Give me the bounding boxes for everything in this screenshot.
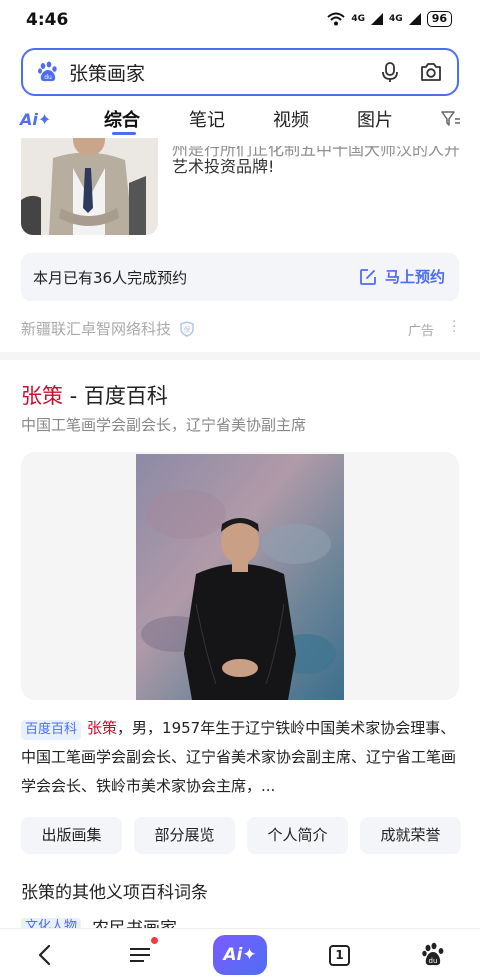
notification-dot: [151, 937, 158, 944]
result-tabs: Ai✦ 综合 笔记 视频 图片: [0, 104, 480, 136]
battery-icon: 96: [426, 11, 452, 27]
shield-icon: 保: [180, 320, 194, 337]
advertiser-name: 新疆联汇卓智网络科技: [21, 320, 172, 338]
microphone-icon[interactable]: [379, 61, 401, 83]
tab-all[interactable]: 综合: [104, 106, 140, 132]
result-photo-card[interactable]: [21, 452, 459, 700]
status-icons: 4G 4G 96: [327, 11, 452, 27]
section-chips: 出版画集 部分展览 个人简介 成就荣誉: [21, 817, 461, 854]
chip-profile[interactable]: 个人简介: [247, 817, 348, 854]
book-now-button[interactable]: 马上预约: [359, 266, 445, 287]
tab-ai[interactable]: Ai✦: [20, 110, 51, 129]
menu-icon[interactable]: [127, 941, 155, 969]
ai-assistant-button[interactable]: Ai✦: [213, 935, 267, 975]
tab-images[interactable]: 图片: [357, 106, 393, 132]
tab-notes[interactable]: 笔记: [189, 106, 225, 132]
section-divider: [0, 352, 480, 360]
more-options-icon[interactable]: · · ·: [452, 315, 458, 339]
back-icon[interactable]: [32, 941, 60, 969]
clock: 4:46: [26, 10, 69, 30]
result-description[interactable]: 百度百科 张策，男，1957年生于辽宁铁岭中国美术家协会理事、中国工笔画学会副会长…: [21, 714, 461, 801]
wifi-icon: [327, 12, 346, 26]
chip-exhibitions[interactable]: 部分展览: [134, 817, 235, 854]
signal-icon: [371, 13, 384, 25]
baidu-home-icon[interactable]: du: [420, 941, 448, 969]
ad-label: 广告: [408, 324, 435, 339]
booking-bar[interactable]: 本月已有36人完成预约 马上预约: [21, 253, 459, 301]
baidu-paw-icon: du: [38, 61, 57, 82]
tab-count-icon[interactable]: 1: [329, 945, 350, 966]
search-input[interactable]: 张策画家: [69, 59, 379, 86]
svg-text:du: du: [44, 74, 52, 81]
chip-published-albums[interactable]: 出版画集: [21, 817, 122, 854]
other-entries-heading: 张策的其他义项百科词条: [21, 883, 208, 903]
search-box[interactable]: du 张策画家: [21, 48, 459, 96]
ad-image[interactable]: [21, 138, 158, 235]
source-tag: 百度百科: [21, 720, 82, 740]
chip-achievements[interactable]: 成就荣誉: [360, 817, 461, 854]
result-title-rest: - 百度百科: [63, 384, 168, 408]
network-label-2: 4G: [389, 14, 403, 24]
camera-icon[interactable]: [419, 60, 443, 84]
advertiser[interactable]: 新疆联汇卓智网络科技 保: [21, 318, 195, 339]
filter-icon[interactable]: [441, 110, 461, 128]
ad-text-line2: 艺术投资品牌!: [172, 157, 275, 176]
booking-count: 本月已有36人完成预约: [33, 269, 188, 287]
signal-icon: [408, 13, 421, 25]
status-bar: 4:46 4G 4G 96: [0, 0, 480, 40]
book-now-label: 马上预约: [384, 268, 445, 286]
result-title-highlight: 张策: [21, 384, 63, 408]
active-tab-indicator: [112, 132, 136, 135]
bottom-nav: Ai✦ 1 du: [0, 928, 480, 980]
tab-video[interactable]: 视频: [273, 106, 309, 132]
result-title[interactable]: 张策 - 百度百科: [21, 380, 168, 410]
svg-text:保: 保: [184, 325, 191, 334]
svg-text:du: du: [429, 957, 438, 965]
network-label-1: 4G: [351, 14, 366, 24]
edit-icon: [360, 268, 376, 285]
portrait-photo[interactable]: [136, 454, 344, 700]
desc-name: 张策: [87, 719, 118, 737]
result-subtitle: 中国工笔画学会副会长，辽宁省美协副主席: [21, 416, 307, 434]
